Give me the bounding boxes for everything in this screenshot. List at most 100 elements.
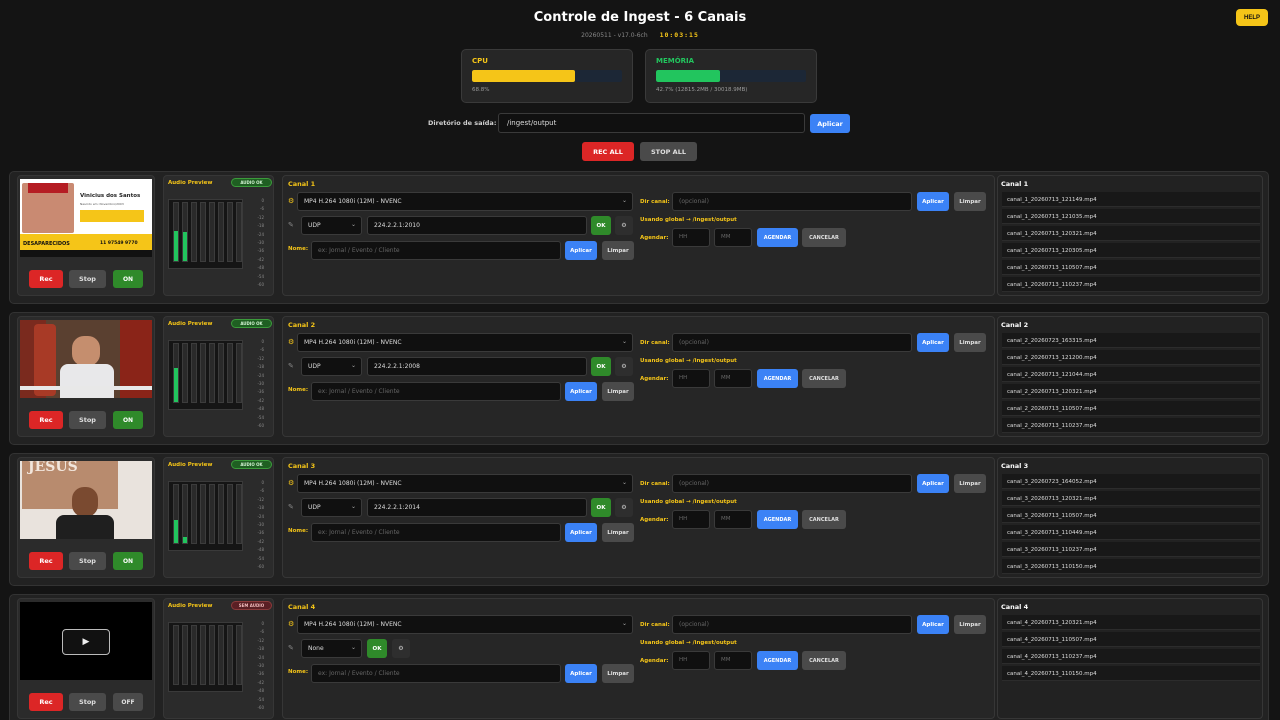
cancel-schedule-button[interactable]: CANCELAR [802,651,846,670]
schedule-button[interactable]: AGENDAR [757,510,798,529]
name-clear-button[interactable]: Limpar [602,241,634,260]
cancel-schedule-button[interactable]: CANCELAR [802,510,846,529]
file-item[interactable]: canal_3_20260713_110449.mp4 [1002,525,1260,540]
rec-button[interactable]: Rec [29,552,63,570]
address-ok-button[interactable]: OK [591,498,611,517]
address-options-button[interactable]: ⚙ [615,498,633,517]
file-list[interactable]: canal_1_20260713_121149.mp4 canal_1_20260… [1002,192,1260,293]
file-item[interactable]: canal_4_20260713_120321.mp4 [1002,615,1260,630]
name-input[interactable]: ex: Jornal / Evento / Cliente [311,241,561,260]
output-dir-input[interactable] [498,113,805,133]
codec-select[interactable]: MP4 H.264 1080i (12M) - NVENC ⌄ [297,615,633,634]
address-ok-button[interactable]: OK [367,639,387,658]
rec-button[interactable]: Rec [29,693,63,711]
name-apply-button[interactable]: Aplicar [565,523,597,542]
file-item[interactable]: canal_3_20260713_120321.mp4 [1002,491,1260,506]
codec-select[interactable]: MP4 H.264 1080i (12M) - NVENC ⌄ [297,474,633,493]
power-toggle[interactable]: ON [113,270,143,288]
file-item[interactable]: canal_3_20260713_110237.mp4 [1002,542,1260,557]
dir-clear-button[interactable]: Limpar [954,474,986,493]
address-ok-button[interactable]: OK [591,357,611,376]
name-apply-button[interactable]: Aplicar [565,664,597,683]
stop-button[interactable]: Stop [69,270,106,288]
dir-clear-button[interactable]: Limpar [954,192,986,211]
codec-select[interactable]: MP4 H.264 1080i (12M) - NVENC ⌄ [297,333,633,352]
dir-input[interactable]: (opcional) [672,333,912,352]
address-options-button[interactable]: ⚙ [615,216,633,235]
hour-input[interactable]: HH [672,228,710,247]
hour-input[interactable]: HH [672,369,710,388]
dir-apply-button[interactable]: Aplicar [917,615,949,634]
stop-button[interactable]: Stop [69,411,106,429]
dir-input[interactable]: (opcional) [672,615,912,634]
protocol-select[interactable]: None ⌄ [301,639,362,658]
name-clear-button[interactable]: Limpar [602,382,634,401]
cancel-schedule-button[interactable]: CANCELAR [802,369,846,388]
name-input[interactable]: ex: Jornal / Evento / Cliente [311,523,561,542]
protocol-select[interactable]: UDP ⌄ [301,498,362,517]
file-item[interactable]: canal_3_20260723_164052.mp4 [1002,474,1260,489]
file-item[interactable]: canal_2_20260713_121044.mp4 [1002,367,1260,382]
name-clear-button[interactable]: Limpar [602,523,634,542]
stop-all-button[interactable]: STOP ALL [640,142,697,161]
codec-select[interactable]: MP4 H.264 1080i (12M) - NVENC ⌄ [297,192,633,211]
stop-button[interactable]: Stop [69,552,106,570]
power-toggle[interactable]: ON [113,552,143,570]
address-ok-button[interactable]: OK [591,216,611,235]
power-toggle[interactable]: ON [113,411,143,429]
protocol-select[interactable]: UDP ⌄ [301,357,362,376]
protocol-select[interactable]: UDP ⌄ [301,216,362,235]
help-button[interactable]: HELP [1236,9,1268,26]
address-input[interactable]: 224.2.2.1:2008 [367,357,587,376]
address-input[interactable]: 224.2.2.1:2010 [367,216,587,235]
file-item[interactable]: canal_4_20260713_110507.mp4 [1002,632,1260,647]
rec-all-button[interactable]: REC ALL [582,142,634,161]
minute-input[interactable]: MM [714,510,752,529]
dir-input[interactable]: (opcional) [672,474,912,493]
play-icon[interactable]: ▶ [62,629,110,655]
file-list[interactable]: canal_3_20260723_164052.mp4 canal_3_20260… [1002,474,1260,575]
file-item[interactable]: canal_2_20260713_121200.mp4 [1002,350,1260,365]
name-apply-button[interactable]: Aplicar [565,241,597,260]
cancel-schedule-button[interactable]: CANCELAR [802,228,846,247]
address-options-button[interactable]: ⚙ [392,639,410,658]
file-item[interactable]: canal_2_20260723_163315.mp4 [1002,333,1260,348]
file-item[interactable]: canal_2_20260713_110237.mp4 [1002,418,1260,433]
minute-input[interactable]: MM [714,369,752,388]
address-options-button[interactable]: ⚙ [615,357,633,376]
video-thumbnail[interactable]: ▶ [20,602,152,680]
file-item[interactable]: canal_1_20260713_121035.mp4 [1002,209,1260,224]
file-item[interactable]: canal_1_20260713_120305.mp4 [1002,243,1260,258]
hour-input[interactable]: HH [672,651,710,670]
name-clear-button[interactable]: Limpar [602,664,634,683]
dir-apply-button[interactable]: Aplicar [917,192,949,211]
stop-button[interactable]: Stop [69,693,106,711]
dir-apply-button[interactable]: Aplicar [917,474,949,493]
video-thumbnail[interactable] [20,320,152,398]
dir-clear-button[interactable]: Limpar [954,333,986,352]
schedule-button[interactable]: AGENDAR [757,369,798,388]
name-apply-button[interactable]: Aplicar [565,382,597,401]
file-item[interactable]: canal_3_20260713_110507.mp4 [1002,508,1260,523]
name-input[interactable]: ex: Jornal / Evento / Cliente [311,664,561,683]
address-input[interactable]: 224.2.2.1:2014 [367,498,587,517]
file-item[interactable]: canal_1_20260713_110237.mp4 [1002,277,1260,292]
minute-input[interactable]: MM [714,651,752,670]
rec-button[interactable]: Rec [29,270,63,288]
minute-input[interactable]: MM [714,228,752,247]
dir-apply-button[interactable]: Aplicar [917,333,949,352]
file-item[interactable]: canal_4_20260713_110150.mp4 [1002,666,1260,681]
file-item[interactable]: canal_4_20260713_110237.mp4 [1002,649,1260,664]
file-item[interactable]: canal_3_20260713_110150.mp4 [1002,559,1260,574]
dir-clear-button[interactable]: Limpar [954,615,986,634]
file-item[interactable]: canal_1_20260713_120321.mp4 [1002,226,1260,241]
file-item[interactable]: canal_1_20260713_121149.mp4 [1002,192,1260,207]
file-item[interactable]: canal_2_20260713_110507.mp4 [1002,401,1260,416]
schedule-button[interactable]: AGENDAR [757,651,798,670]
schedule-button[interactable]: AGENDAR [757,228,798,247]
file-item[interactable]: canal_2_20260713_120321.mp4 [1002,384,1260,399]
power-toggle[interactable]: OFF [113,693,143,711]
name-input[interactable]: ex: Jornal / Evento / Cliente [311,382,561,401]
hour-input[interactable]: HH [672,510,710,529]
file-item[interactable]: canal_1_20260713_110507.mp4 [1002,260,1260,275]
